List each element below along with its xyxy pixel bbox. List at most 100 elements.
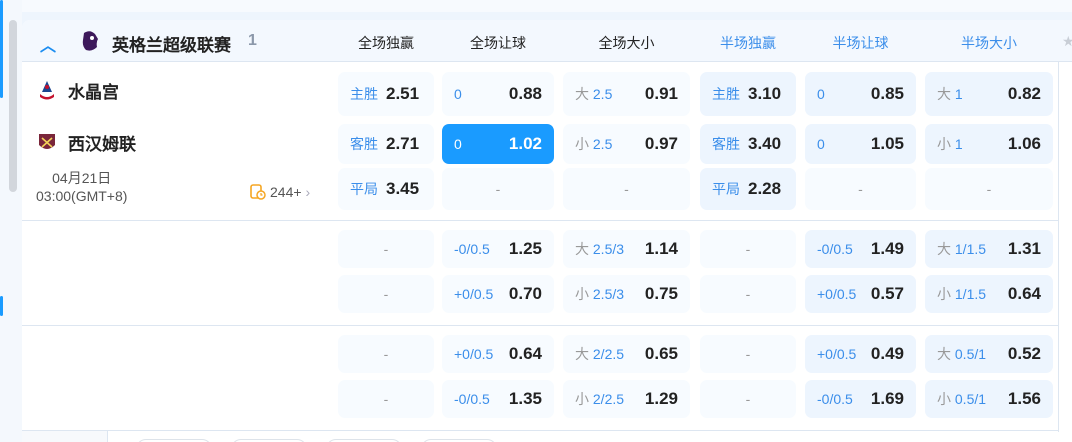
odds-cell[interactable]: 客胜 3.40 — [700, 124, 796, 164]
bet-line: 0.5/1 — [954, 391, 987, 407]
odds-cell-empty: - — [700, 380, 796, 418]
bet-line: 1/1.5 — [954, 286, 987, 302]
divider — [22, 325, 1058, 326]
odds-value: 0.57 — [870, 284, 904, 303]
odds-value: 1.56 — [1007, 389, 1041, 408]
bet-line: -0/0.5 — [454, 241, 490, 257]
odds-cell[interactable]: -0/0.5 1.25 — [442, 230, 554, 268]
bet-line: -0/0.5 — [454, 391, 490, 407]
over-under-side: 大 — [937, 346, 951, 362]
bet-line: 2/2.5 — [592, 391, 625, 407]
divider — [22, 430, 1058, 431]
odds-cell[interactable]: 小 2.5/3 0.75 — [563, 275, 690, 313]
odds-cell-empty: - — [338, 230, 434, 268]
empty-placeholder: - — [383, 346, 389, 362]
odds-value: 1.14 — [644, 239, 678, 258]
premier-league-logo-icon — [82, 31, 98, 51]
over-under-side: 小 — [937, 136, 951, 152]
odds-cell[interactable]: 小 2.5 0.97 — [563, 124, 690, 164]
odds-cell[interactable]: +0/0.5 0.57 — [805, 275, 916, 313]
odds-cell[interactable]: -0/0.5 1.69 — [805, 380, 916, 418]
over-under-side: 小 — [575, 286, 589, 302]
odds-cell[interactable]: 大 1/1.5 1.31 — [925, 230, 1053, 268]
collapse-chevron-icon[interactable]: ︿ — [40, 32, 56, 56]
odds-cell[interactable]: 大 2.5/3 1.14 — [563, 230, 690, 268]
bet-line: +0/0.5 — [454, 286, 494, 302]
bet-line: 2.5 — [592, 86, 613, 102]
markets-clock-icon — [250, 184, 266, 200]
odds-value: 0.85 — [870, 84, 904, 103]
odds-cell[interactable]: +0/0.5 0.70 — [442, 275, 554, 313]
odds-cell[interactable]: +0/0.5 0.64 — [442, 335, 554, 373]
bet-line: 0.5/1 — [954, 346, 987, 362]
odds-value: 1.69 — [870, 389, 904, 408]
odds-cell[interactable]: -0/0.5 1.35 — [442, 380, 554, 418]
away-team[interactable]: 西汉姆联 — [38, 130, 136, 155]
league-header: ︿ 英格兰超级联赛 1 全场独赢 全场让球 全场大小 半场独赢 半场让球 半场大小 ★ — [22, 20, 1072, 62]
match-time: 03:00(GMT+8) — [36, 188, 128, 204]
odds-cell[interactable]: 平局 2.28 — [700, 168, 796, 210]
over-under-side: 大 — [575, 346, 589, 362]
divider — [22, 220, 1058, 221]
odds-value: 0.64 — [508, 344, 542, 363]
over-under-side: 大 — [575, 241, 589, 257]
odds-value: 1.25 — [508, 239, 542, 258]
odds-value: 3.40 — [748, 134, 782, 153]
odds-cell[interactable]: 大 1 0.82 — [925, 72, 1053, 116]
odds-cell-empty: - — [925, 168, 1053, 210]
bet-line: +0/0.5 — [817, 346, 857, 362]
bet-line: 0 — [454, 86, 462, 102]
odds-cell-empty: - — [338, 335, 434, 373]
odds-cell[interactable]: 大 2.5 0.91 — [563, 72, 690, 116]
column-header: 全场大小 — [598, 35, 655, 51]
odds-cell[interactable]: 小 1 1.06 — [925, 124, 1053, 164]
scrollbar[interactable] — [9, 20, 17, 192]
bet-line: 主胜 — [350, 86, 378, 102]
pin-icon[interactable]: ★ — [1062, 33, 1072, 50]
odds-cell[interactable]: 小 0.5/1 1.56 — [925, 380, 1053, 418]
bet-line: 0 — [454, 136, 462, 152]
over-under-side: 大 — [575, 86, 589, 102]
odds-cell-empty: - — [700, 230, 796, 268]
column-header: 全场独赢 — [358, 35, 414, 51]
bet-line: 2/2.5 — [592, 346, 625, 362]
odds-cell[interactable]: 0 0.85 — [805, 72, 916, 116]
odds-cell-empty: - — [805, 168, 916, 210]
bet-line: 平局 — [712, 181, 740, 197]
odds-value: 1.49 — [870, 239, 904, 258]
odds-cell-empty: - — [563, 168, 690, 210]
odds-value: 3.45 — [386, 179, 420, 198]
odds-cell-empty: - — [700, 275, 796, 313]
over-under-side: 小 — [937, 286, 951, 302]
odds-cell[interactable]: 0 1.02 — [442, 124, 554, 164]
odds-value: 3.10 — [748, 84, 782, 103]
odds-cell[interactable]: 平局 3.45 — [338, 168, 434, 210]
odds-cell[interactable]: 大 2/2.5 0.65 — [563, 335, 690, 373]
home-team[interactable]: 水晶宫 — [38, 78, 119, 103]
chevron-right-icon: › — [305, 184, 311, 200]
odds-cell[interactable]: 0 1.05 — [805, 124, 916, 164]
bet-line: -0/0.5 — [817, 391, 853, 407]
odds-value: 0.49 — [870, 344, 904, 363]
over-under-side: 小 — [575, 391, 589, 407]
odds-value: 0.97 — [644, 134, 678, 153]
odds-cell[interactable]: 小 1/1.5 0.64 — [925, 275, 1053, 313]
odds-cell[interactable]: 大 0.5/1 0.52 — [925, 335, 1053, 373]
odds-value: 0.52 — [1007, 344, 1041, 363]
odds-cell[interactable]: 主胜 3.10 — [700, 72, 796, 116]
odds-cell[interactable]: +0/0.5 0.49 — [805, 335, 916, 373]
more-markets-link[interactable]: 244+ › — [250, 184, 310, 200]
odds-cell[interactable]: 0 0.88 — [442, 72, 554, 116]
odds-cell[interactable]: 小 2/2.5 1.29 — [563, 380, 690, 418]
odds-value: 0.82 — [1007, 84, 1041, 103]
empty-placeholder: - — [745, 391, 751, 407]
empty-placeholder: - — [986, 181, 992, 197]
odds-cell[interactable]: 主胜 2.51 — [338, 72, 434, 116]
away-team-name: 西汉姆联 — [68, 135, 136, 154]
odds-cell[interactable]: 客胜 2.71 — [338, 124, 434, 164]
odds-cell[interactable]: -0/0.5 1.49 — [805, 230, 916, 268]
odds-value: 0.65 — [644, 344, 678, 363]
bet-line: 平局 — [350, 181, 378, 197]
odds-value: 0.64 — [1007, 284, 1041, 303]
odds-value: 0.88 — [508, 84, 542, 103]
